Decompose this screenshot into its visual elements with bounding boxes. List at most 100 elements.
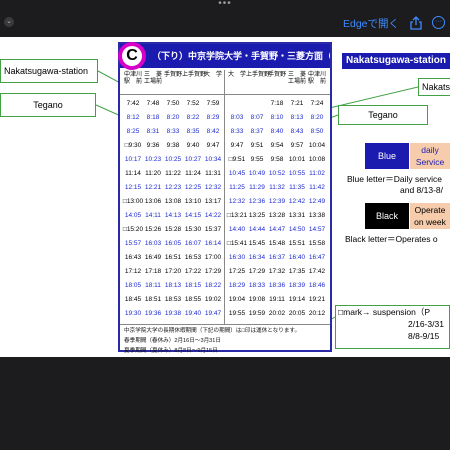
time-cell: 19:38	[164, 310, 182, 317]
more-options-icon[interactable]: ···	[432, 16, 445, 29]
time-cell: 9:54	[270, 142, 284, 149]
column-header: 中津川 駅 前	[123, 72, 142, 85]
time-cell: 19:47	[204, 310, 222, 317]
time-cell: 8:22	[186, 114, 200, 121]
table-row: □9:30 9:36 9:38 9:40 9:47	[120, 140, 224, 152]
time-cell: 20:12	[308, 310, 326, 317]
time-cell: 10:17	[124, 156, 142, 163]
time-cell: 11:25	[229, 184, 245, 191]
table-row: 17:12 17:18 17:20 17:22 17:29	[120, 266, 224, 278]
time-cell: 7:59	[206, 100, 220, 107]
table-row: 19:04 19:08 19:11 19:14 19:21	[224, 294, 328, 306]
time-cell: 14:22	[204, 212, 222, 219]
time-cell: □9:51	[228, 156, 246, 163]
time-cell: 15:37	[204, 226, 222, 233]
right-naka-label: Nakatsu	[418, 78, 450, 96]
time-cell: 18:05	[124, 282, 142, 289]
left-station-label: Nakatsugawa-station	[0, 59, 98, 83]
time-cell: 14:50	[288, 226, 306, 233]
time-cell: 15:48	[268, 240, 286, 247]
time-cell: 18:29	[228, 282, 246, 289]
time-cell: 16:05	[164, 240, 182, 247]
time-cell: 14:44	[248, 226, 266, 233]
time-cell: 17:12	[124, 268, 142, 275]
time-cell: 15:26	[144, 226, 162, 233]
footer-note: 中京学院大学の長期休暇期間（下記の期間）は□印は運休となります。	[124, 328, 301, 334]
time-cell: 11:35	[289, 184, 305, 191]
time-cell: 19:55	[228, 310, 246, 317]
time-cell: 13:28	[268, 212, 286, 219]
column-header: 手賀野	[163, 72, 182, 78]
drag-handle-icon[interactable]: •••	[215, 0, 235, 10]
time-cell: 14:57	[308, 226, 326, 233]
time-cell: 19:21	[308, 296, 326, 303]
time-cell: 13:08	[164, 198, 182, 205]
time-cell: 16:34	[248, 254, 266, 261]
time-cell: 16:07	[184, 240, 202, 247]
time-cell: 11:14	[125, 170, 141, 177]
chevron-down-icon[interactable]: ⌄	[4, 17, 14, 27]
time-cell: 9:38	[166, 142, 180, 149]
left-tegano-label: Tegano	[0, 93, 96, 117]
time-cell: 7:18	[270, 100, 284, 107]
time-cell: 13:17	[204, 198, 222, 205]
time-cell: 8:13	[290, 114, 304, 121]
time-cell: 11:31	[205, 170, 221, 177]
column-header: 大 学	[203, 72, 222, 78]
time-cell: 19:08	[248, 296, 266, 303]
table-row: 8:33 8:37 8:40 8:43 8:50	[224, 126, 328, 138]
time-cell: 16:37	[268, 254, 286, 261]
time-cell: 18:15	[184, 282, 202, 289]
time-cell: 19:59	[248, 310, 266, 317]
blue-note-line1: Blue letter＝Daily service	[347, 174, 442, 184]
suspension-note-box: □mark→ suspension（P 2/16-3/31 8/8-9/15	[335, 305, 450, 349]
time-cell: 17:29	[248, 268, 266, 275]
time-cell: 15:51	[288, 240, 306, 247]
table-row: 16:43 16:49 16:51 16:53 17:00	[120, 252, 224, 264]
table-row: □15:41 15:45 15:48 15:51 15:58	[224, 238, 328, 250]
oper-line2: on week	[414, 217, 446, 227]
black-note: Black letter＝Operates o	[345, 234, 438, 244]
column-header: 手賀野	[267, 72, 286, 78]
time-cell: 12:42	[288, 198, 306, 205]
time-cell: 9:47	[230, 142, 244, 149]
time-cell: 14:05	[124, 212, 142, 219]
time-cell: 18:55	[184, 296, 202, 303]
table-row: □9:51 9:55 9:58 10:01 10:08	[224, 154, 328, 166]
time-cell: 17:32	[268, 268, 286, 275]
time-cell: 10:23	[144, 156, 162, 163]
time-cell: 13:06	[144, 198, 162, 205]
footer-summer: 夏季期間（夏休み）8月8日～9月15日	[124, 348, 218, 354]
open-in-edge-button[interactable]: Edgeで開く	[343, 16, 399, 31]
right-tegano-label: Tegano	[338, 105, 428, 125]
time-cell: 11:20	[145, 170, 161, 177]
table-row: 18:05 18:11 18:13 18:15 18:22	[120, 280, 224, 292]
oper-line1: Operate	[414, 205, 446, 215]
time-cell: 8:29	[206, 114, 220, 121]
time-cell: 10:52	[268, 170, 286, 177]
table-row: □15:20 15:26 15:28 15:30 15:37	[120, 224, 224, 236]
time-cell: 8:43	[290, 128, 304, 135]
table-row: 8:03 8:07 8:10 8:13 8:20	[224, 112, 328, 124]
table-row: 18:45 18:51 18:53 18:55 19:02	[120, 294, 224, 306]
table-row: 11:14 11:20 11:22 11:24 11:31	[120, 168, 224, 180]
time-cell: 8:18	[146, 114, 160, 121]
time-cell: 17:00	[204, 254, 222, 261]
table-row: 8:12 8:18 8:20 8:22 8:29	[120, 112, 224, 124]
time-cell: 10:04	[308, 142, 326, 149]
time-cell: 15:45	[248, 240, 266, 247]
share-icon[interactable]	[410, 16, 422, 30]
time-cell: 11:29	[249, 184, 265, 191]
time-cell: 8:33	[230, 128, 244, 135]
time-cell: 10:08	[308, 156, 326, 163]
time-cell: 8:20	[166, 114, 180, 121]
time-cell: □9:30	[124, 142, 142, 149]
time-cell: 12:15	[124, 184, 142, 191]
table-row: 12:15 12:21 12:23 12:25 12:32	[120, 182, 224, 194]
time-cell: 16:49	[144, 254, 162, 261]
column-header: 中津川 駅 前	[307, 72, 326, 85]
time-cell: 7:50	[166, 100, 180, 107]
time-cell: 18:39	[288, 282, 306, 289]
time-cell: 10:25	[164, 156, 182, 163]
time-cell: 20:05	[288, 310, 306, 317]
